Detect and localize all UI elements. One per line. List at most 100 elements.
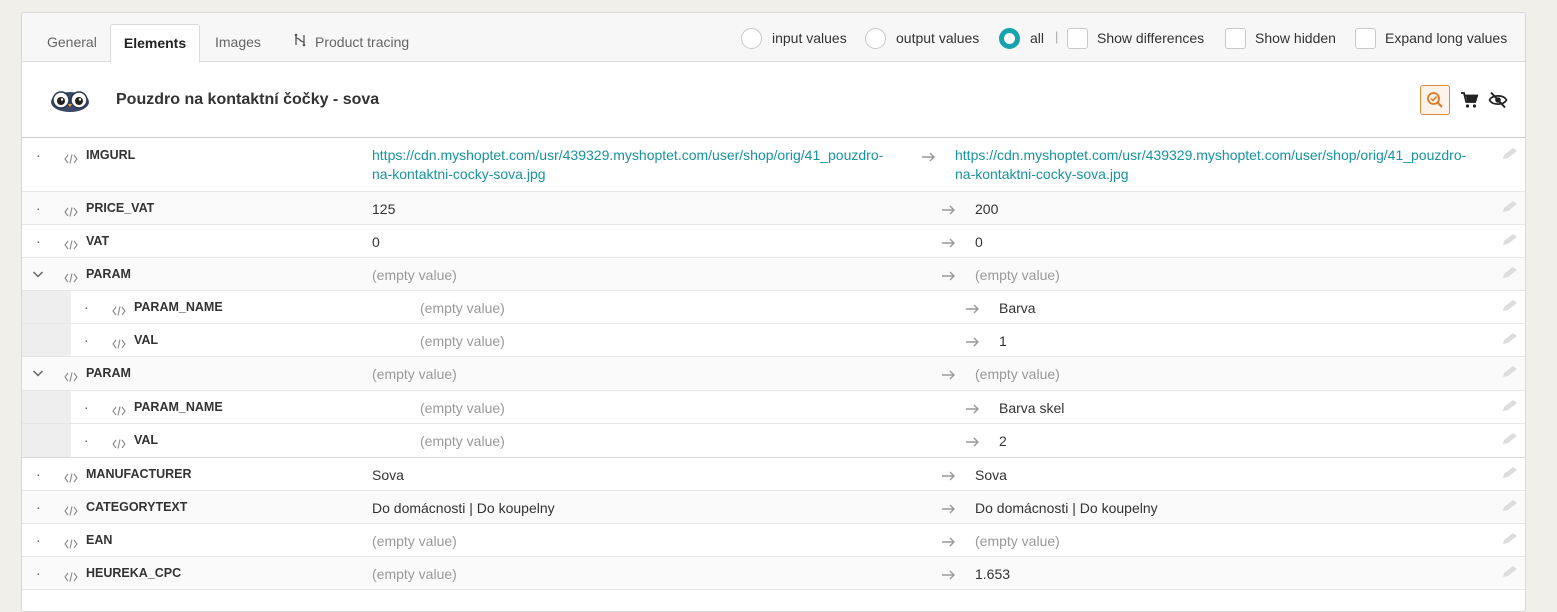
output-value-line: na-kontaktni-cocky-sova.jpg [955,166,1129,182]
indent-gutter [22,424,71,457]
pencil-icon[interactable] [1501,499,1519,516]
code-icon [64,151,78,167]
output-value[interactable]: https://cdn.myshoptet.com/usr/439329.mys… [955,146,1466,184]
tab-general[interactable]: General [47,24,97,63]
row-bullet: · [84,399,89,415]
pencil-icon[interactable] [1501,399,1519,416]
element-name: PRICE_VAT [86,201,155,215]
input-value[interactable]: (empty value) [420,332,505,351]
input-value[interactable]: (empty value) [372,565,457,584]
arrow-right-icon [942,235,956,251]
element-name: PARAM_NAME [134,400,223,414]
pencil-icon[interactable] [1501,466,1519,483]
pencil-icon[interactable] [1501,432,1519,449]
code-icon [64,536,78,552]
arrow-right-icon [966,434,980,450]
radio-input-values[interactable]: input values [741,27,847,49]
radio-all[interactable]: all [999,27,1044,49]
pencil-icon[interactable] [1501,299,1519,316]
output-value-line: https://cdn.myshoptet.com/usr/439329.mys… [955,147,1467,163]
row-bullet: · [84,432,89,448]
radio-output-values-label: output values [896,30,980,46]
pencil-icon[interactable] [1501,266,1519,283]
row-bullet: · [36,200,41,216]
output-value[interactable]: Barva skel [999,399,1064,418]
input-value[interactable]: Sova [372,466,404,485]
table-row-child: · VAL (empty value) 2 [22,424,1525,458]
table-row: · EAN (empty value) (empty value) [22,524,1525,557]
options-separator: | [1055,29,1059,44]
input-value[interactable]: (empty value) [420,432,505,451]
output-value[interactable]: 200 [975,200,998,219]
output-value[interactable]: 1 [999,332,1007,351]
row-bullet: · [36,147,41,163]
element-name: VAL [134,433,159,447]
arrow-right-icon [922,149,936,165]
chevron-down-icon[interactable] [32,267,44,283]
element-name: VAL [134,333,159,347]
input-value[interactable]: (empty value) [372,365,457,384]
code-icon [64,270,78,286]
checkbox-box[interactable] [1067,27,1088,49]
row-bullet: · [36,466,41,482]
search-check-icon[interactable] [1420,85,1450,115]
input-value[interactable]: 125 [372,200,395,219]
product-header: Pouzdro na kontaktní čočky - sova [22,62,1525,138]
flow-icon [293,24,307,61]
checkbox-show-hidden[interactable]: Show hidden [1225,27,1336,49]
output-value[interactable]: Do domácnosti | Do koupelny [975,499,1158,518]
pencil-icon[interactable] [1501,200,1519,217]
pencil-icon[interactable] [1501,332,1519,349]
radio-circle[interactable] [865,27,886,49]
input-value[interactable]: (empty value) [372,532,457,551]
checkbox-show-hidden-label: Show hidden [1255,30,1336,46]
checkbox-expand-long-values[interactable]: Expand long values [1355,27,1507,49]
indent-gutter [22,391,71,423]
pencil-icon[interactable] [1501,365,1519,382]
code-icon [64,569,78,585]
input-value[interactable]: https://cdn.myshoptet.com/usr/439329.mys… [372,146,883,184]
input-value[interactable]: Do domácnosti | Do koupelny [372,499,555,518]
checkbox-show-differences[interactable]: Show differences [1067,27,1204,49]
output-value[interactable]: (empty value) [975,266,1060,285]
radio-all-label: all [1030,30,1045,46]
eye-slash-icon[interactable] [1483,85,1513,115]
cart-icon[interactable] [1454,85,1484,115]
radio-circle[interactable] [741,27,762,49]
pencil-icon[interactable] [1501,532,1519,549]
row-bullet: · [36,233,41,249]
radio-output-values[interactable]: output values [865,27,979,49]
tab-images[interactable]: Images [215,24,261,63]
tab-product-tracing[interactable]: Product tracing [293,24,409,63]
checkbox-box[interactable] [1225,27,1246,49]
output-value[interactable]: (empty value) [975,365,1060,384]
arrow-right-icon [966,401,980,417]
output-value[interactable]: 1.653 [975,565,1010,584]
chevron-down-icon[interactable] [32,366,44,382]
tab-elements[interactable]: Elements [110,24,200,63]
product-title: Pouzdro na kontaktní čočky - sova [116,91,380,108]
radio-circle-checked[interactable] [999,27,1020,49]
element-name: HEUREKA_CPC [86,566,182,580]
checkbox-show-differences-label: Show differences [1097,30,1205,46]
input-value[interactable]: (empty value) [372,266,457,285]
input-value[interactable]: (empty value) [420,399,505,418]
pencil-icon[interactable] [1501,565,1519,582]
pencil-icon[interactable] [1501,233,1519,250]
indent-gutter [22,324,71,356]
radio-input-values-label: input values [772,30,847,46]
output-value[interactable]: Barva [999,299,1036,318]
pencil-icon[interactable] [1501,147,1519,164]
checkbox-expand-long-values-label: Expand long values [1385,30,1508,46]
output-value[interactable]: 0 [975,233,983,252]
output-value[interactable]: 2 [999,432,1007,451]
output-value[interactable]: (empty value) [975,532,1060,551]
input-value[interactable]: (empty value) [420,299,505,318]
row-bullet: · [36,532,41,548]
output-value[interactable]: Sova [975,466,1007,485]
input-value-line: na-kontaktni-cocky-sova.jpg [372,166,546,182]
table-row-child: · PARAM_NAME (empty value) Barva skel [22,391,1525,424]
input-value[interactable]: 0 [372,233,380,252]
checkbox-box[interactable] [1355,27,1376,49]
code-icon [112,403,126,419]
